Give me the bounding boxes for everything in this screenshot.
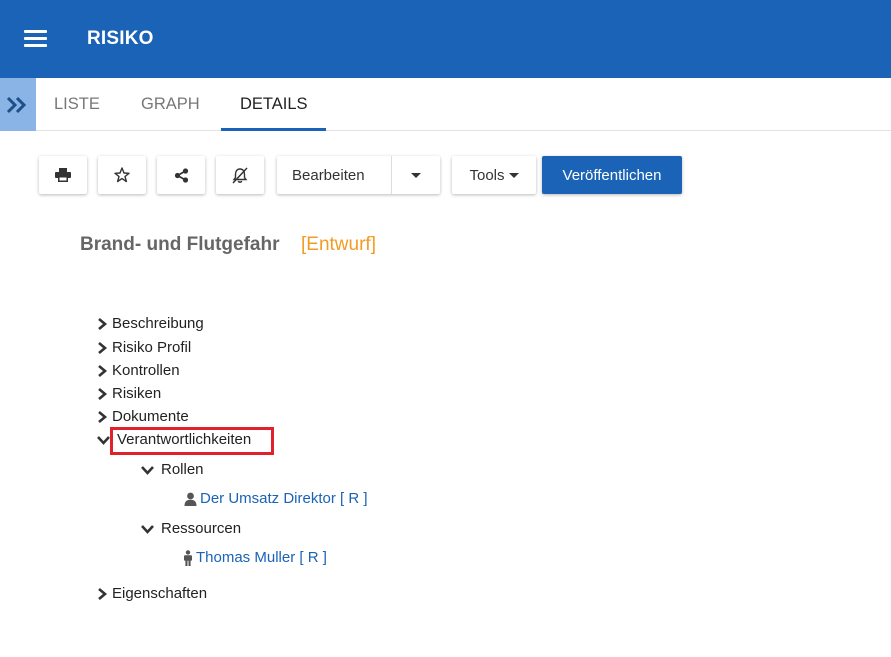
tree-item-eigenschaften[interactable]: Eigenschaften xyxy=(96,585,207,602)
app-header: RISIKO xyxy=(0,0,891,78)
tree-item-label: Dokumente xyxy=(112,408,189,425)
split-divider xyxy=(391,156,392,194)
tree-item-kontrollen[interactable]: Kontrollen xyxy=(96,362,180,379)
chevron-right-icon xyxy=(98,410,108,423)
edit-dropdown-caret-icon[interactable] xyxy=(411,173,421,178)
tree-item-label: Beschreibung xyxy=(112,315,204,332)
document-status-badge: [Entwurf] xyxy=(301,234,376,255)
tree-item-risiken[interactable]: Risiken xyxy=(96,385,161,402)
user-icon xyxy=(184,492,197,506)
app-title: RISIKO xyxy=(87,28,154,49)
chevron-right-icon xyxy=(98,341,108,354)
tree-item-label: Risiken xyxy=(112,385,162,402)
share-icon xyxy=(174,167,188,183)
active-tab-indicator xyxy=(221,128,326,131)
double-chevron-right-icon xyxy=(6,96,27,114)
tab-liste[interactable]: LISTE xyxy=(54,95,100,114)
print-button[interactable] xyxy=(39,156,87,194)
chevron-right-icon xyxy=(98,387,108,400)
tree-item-label: Kontrollen xyxy=(112,362,180,379)
role-link-label[interactable]: Der Umsatz Direktor [ R ] xyxy=(200,490,368,507)
resource-link-thomas-muller[interactable]: Thomas Muller [ R ] xyxy=(183,549,327,566)
star-icon xyxy=(114,167,130,183)
chevron-down-icon xyxy=(141,524,154,534)
tree-item-label: Ressourcen xyxy=(161,520,242,537)
highlight-annotation-box xyxy=(110,427,274,455)
chevron-right-icon xyxy=(98,364,108,377)
chevron-down-icon xyxy=(97,435,110,445)
tab-graph[interactable]: GRAPH xyxy=(141,95,200,114)
tree-item-label: Eigenschaften xyxy=(112,585,208,602)
publish-button[interactable]: Veröffentlichen xyxy=(542,156,682,194)
tree-item-label: Rollen xyxy=(161,461,204,478)
notifications-button[interactable] xyxy=(216,156,264,194)
chevron-right-icon xyxy=(98,587,108,600)
document-title: Brand- und Flutgefahr xyxy=(80,234,280,255)
chevron-down-icon xyxy=(141,465,154,475)
tools-dropdown-button[interactable]: Tools xyxy=(452,156,536,194)
resource-link-label[interactable]: Thomas Muller [ R ] xyxy=(196,549,327,566)
edit-split-button[interactable]: Bearbeiten xyxy=(277,156,440,194)
chevron-right-icon xyxy=(98,317,108,330)
tab-bar: LISTE GRAPH DETAILS xyxy=(0,78,891,131)
print-icon xyxy=(55,168,71,182)
tree-item-beschreibung[interactable]: Beschreibung xyxy=(96,315,204,332)
hamburger-menu-icon[interactable] xyxy=(24,30,47,47)
sidebar-toggle-button[interactable] xyxy=(0,78,36,131)
tree-item-label: Risiko Profil xyxy=(112,339,192,356)
tab-details[interactable]: DETAILS xyxy=(240,95,308,114)
tools-caret-icon xyxy=(508,172,519,178)
favorite-button[interactable] xyxy=(98,156,146,194)
bell-slash-icon xyxy=(232,166,248,184)
tree-item-ressourcen[interactable]: Ressourcen xyxy=(140,520,241,537)
person-icon xyxy=(184,549,192,566)
tools-button-label: Tools xyxy=(469,166,505,184)
tree-item-rollen[interactable]: Rollen xyxy=(140,461,204,478)
tree-item-risiko-profil[interactable]: Risiko Profil xyxy=(96,339,191,356)
tree-item-dokumente[interactable]: Dokumente xyxy=(96,408,189,425)
share-button[interactable] xyxy=(157,156,205,194)
role-link-umsatz-direktor[interactable]: Der Umsatz Direktor [ R ] xyxy=(184,490,368,507)
edit-button-label[interactable]: Bearbeiten xyxy=(292,167,365,184)
